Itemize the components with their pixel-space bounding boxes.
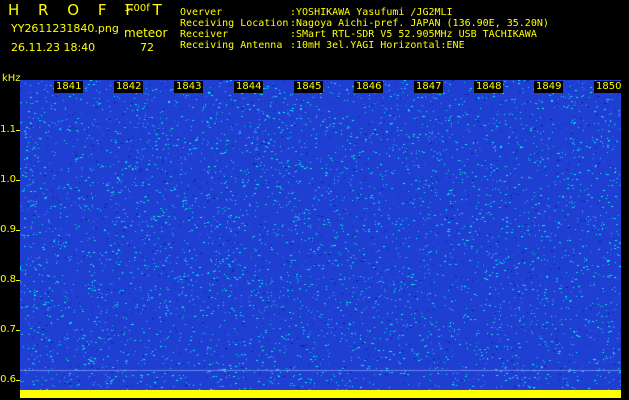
info-label-antenna: Receiving Antenna <box>180 40 283 51</box>
info-value-antenna: :10mH 3el.YAGI Horizontal:ENE <box>290 40 465 51</box>
freq-tick-label: 0.9 <box>0 224 16 235</box>
info-label-receiver: Receiver <box>180 29 229 40</box>
info-value-location: :Nagoya Aichi-pref. JAPAN (136.90E, 35.2… <box>290 18 549 29</box>
info-label-location: Receiving Location <box>180 18 289 29</box>
time-label: 1849 <box>534 81 564 93</box>
freq-tick-mark <box>16 380 20 381</box>
spectrogram <box>20 80 621 398</box>
freq-tick-label: 0.8 <box>0 274 16 285</box>
time-label: 1844 <box>234 81 264 93</box>
time-label: 1847 <box>414 81 444 93</box>
filename-label: YY2611231840.png <box>11 22 119 35</box>
version-label: 1.00f <box>124 3 150 14</box>
time-label: 1843 <box>174 81 204 93</box>
spectrogram-noise <box>20 80 621 398</box>
y-axis-unit: kHz <box>2 73 21 84</box>
freq-tick-mark <box>16 230 20 231</box>
freq-tick-mark <box>16 330 20 331</box>
spectrogram-floor-bar <box>20 390 621 398</box>
time-label: 1841 <box>54 81 84 93</box>
freq-tick-label: 0.7 <box>0 324 16 335</box>
time-label: 1842 <box>114 81 144 93</box>
datetime-label: 26.11.23 18:40 <box>11 41 96 54</box>
info-value-receiver: :SMart RTL-SDR V5 52.905MHz USB TACHIKAW… <box>290 29 537 40</box>
time-label: 1846 <box>354 81 384 93</box>
freq-tick-mark <box>16 280 20 281</box>
info-label-observer: Overver <box>180 7 223 18</box>
time-label: 1848 <box>474 81 504 93</box>
time-label: 1850 <box>594 81 624 93</box>
time-label: 1845 <box>294 81 324 93</box>
freq-tick-label: 0.6 <box>0 374 16 385</box>
count-label: 72 <box>140 41 154 54</box>
freq-tick-mark <box>16 130 20 131</box>
freq-tick-label: 1.0 <box>0 174 16 185</box>
info-value-observer: :YOSHIKAWA Yasufumi /JG2MLI <box>290 7 453 18</box>
freq-tick-label: 1.1 <box>0 124 16 135</box>
mode-label: meteor <box>124 26 168 40</box>
freq-tick-mark <box>16 180 20 181</box>
